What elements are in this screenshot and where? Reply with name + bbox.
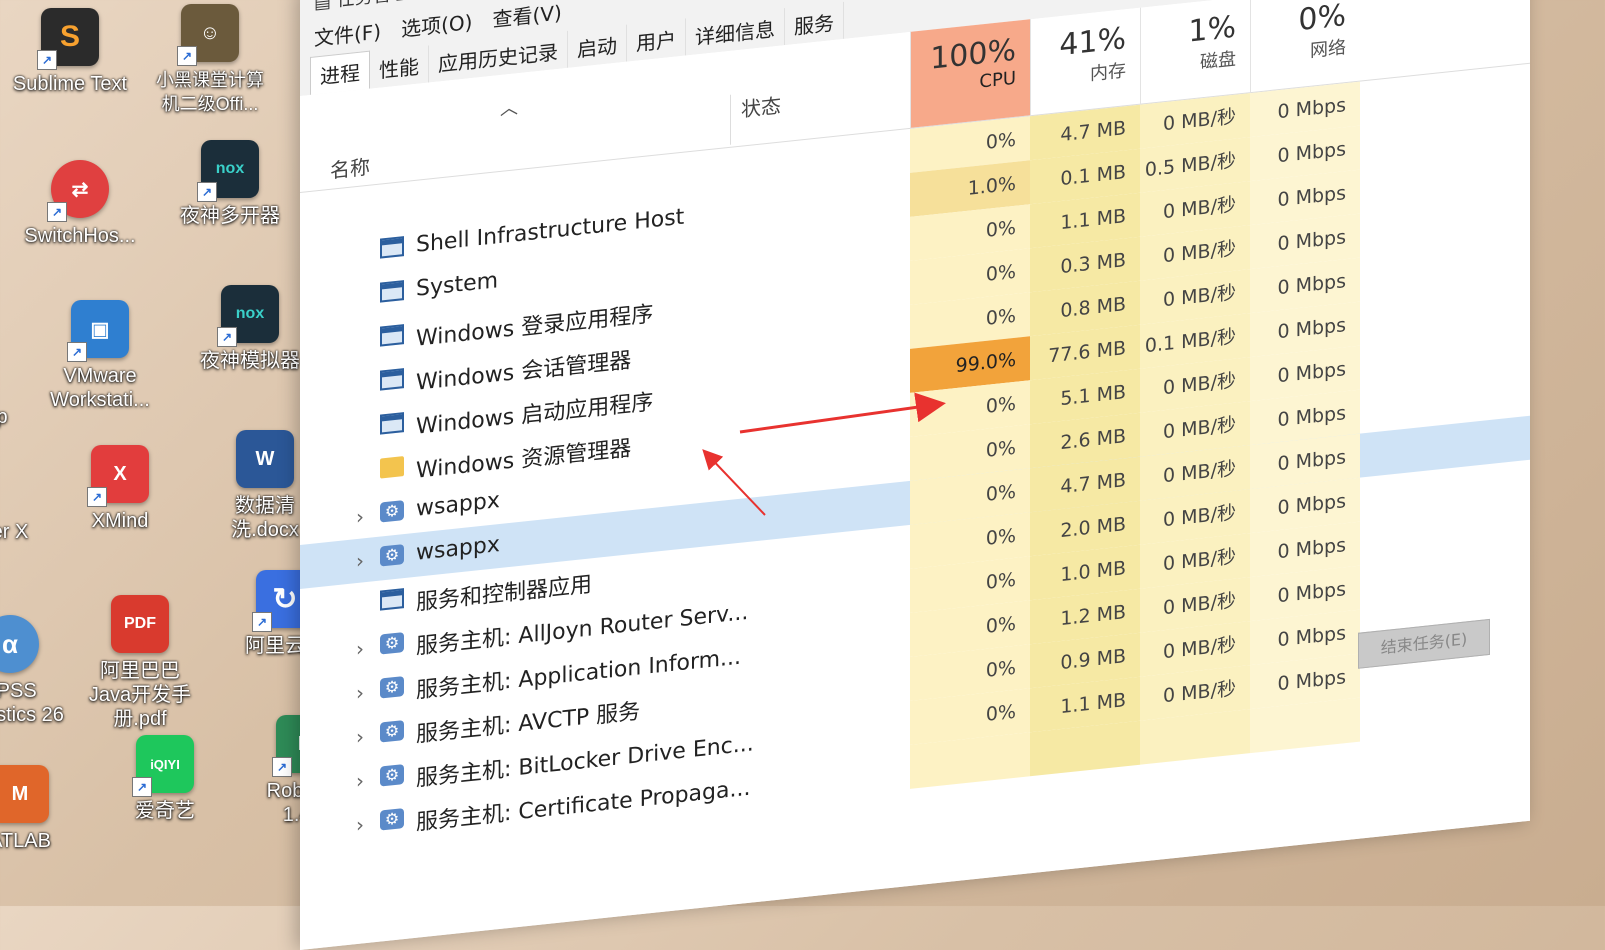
- iqiyi-icon: iQIYI ↗: [132, 735, 194, 797]
- process-name: wsappx: [416, 531, 500, 566]
- pdf-icon: PDF: [111, 595, 169, 653]
- menu-file[interactable]: 文件(F): [314, 15, 381, 51]
- desktop-icon-partial-p[interactable]: p: [0, 405, 62, 429]
- sort-ascending-icon[interactable]: ︿: [500, 93, 518, 121]
- process-list: 0% 4.7 MB 0 MB/秒 0 Mbps Shell Infrastructure…: [300, 64, 1530, 853]
- task-manager-icon: ▤: [314, 0, 337, 14]
- chevron-right-icon[interactable]: ›: [356, 724, 364, 749]
- gear-icon: ⚙: [380, 632, 404, 655]
- desktop-icon-xmind[interactable]: X ↗ XMind: [60, 445, 180, 533]
- desktop: S ↗ Sublime Text ☺ ↗ 小黑课堂计算机二级Offi... ⇄ ↗ S…: [0, 0, 343, 906]
- window-app-icon: [380, 412, 404, 435]
- header-disk[interactable]: 1% 磁盘: [1140, 0, 1250, 104]
- header-status[interactable]: 状态: [730, 89, 781, 145]
- gear-icon: ⚙: [380, 720, 404, 743]
- matlab-icon: M: [0, 765, 49, 823]
- chevron-right-icon[interactable]: ›: [356, 504, 364, 529]
- process-name: wsappx: [416, 487, 500, 522]
- gear-icon: ⚙: [380, 764, 404, 787]
- desktop-icon-spss[interactable]: α SPSS Statistics 26: [0, 615, 70, 727]
- gear-icon: ⚙: [380, 544, 404, 567]
- gear-icon: ⚙: [380, 676, 404, 699]
- desktop-icon-sublime[interactable]: S ↗ Sublime Text: [10, 8, 130, 96]
- vmware-icon: ▣ ↗: [67, 300, 129, 362]
- switchhosts-icon: ⇄ ↗: [47, 160, 109, 222]
- desktop-icon-nox-multi[interactable]: nox ↗ 夜神多开器: [170, 140, 290, 228]
- gear-icon: ⚙: [380, 500, 404, 523]
- word-document-icon: W: [236, 430, 294, 488]
- desktop-icon-xiaohei[interactable]: ☺ ↗ 小黑课堂计算机二级Offi...: [150, 4, 270, 116]
- window-app-icon: [380, 280, 404, 303]
- menu-view[interactable]: 查看(V): [492, 0, 561, 32]
- folder-icon: [380, 456, 404, 479]
- header-memory[interactable]: 41% 内存: [1030, 7, 1140, 116]
- desktop-icon-nox[interactable]: nox ↗ 夜神模拟器: [190, 285, 310, 373]
- chevron-right-icon[interactable]: ›: [356, 768, 364, 793]
- chevron-right-icon[interactable]: ›: [356, 812, 364, 837]
- desktop-icon-switchhosts[interactable]: ⇄ ↗ SwitchHos...: [20, 160, 140, 248]
- chevron-right-icon[interactable]: ›: [356, 680, 364, 705]
- desktop-icon-partial-x[interactable]: er X: [0, 520, 70, 544]
- header-network[interactable]: 0% 网络: [1250, 0, 1360, 93]
- xiaohei-icon: ☺ ↗: [177, 4, 239, 66]
- spss-icon: α: [0, 615, 39, 673]
- chevron-right-icon[interactable]: ›: [356, 636, 364, 661]
- xmind-icon: X ↗: [87, 445, 149, 507]
- nox-multi-icon: nox ↗: [197, 140, 259, 202]
- tab-processes[interactable]: 进程: [310, 50, 370, 95]
- tab-users[interactable]: 用户: [627, 18, 686, 62]
- chevron-right-icon[interactable]: ›: [356, 548, 364, 573]
- desktop-icon-iqiyi[interactable]: iQIYI ↗ 爱奇艺: [105, 735, 225, 823]
- task-manager-window: ▤ 任务管理器 文件(F) 选项(O) 查看(V) 进程 性能 应用历史记录 启…: [300, 0, 1530, 950]
- window-app-icon: [380, 368, 404, 391]
- header-cpu[interactable]: 100% CPU: [910, 19, 1030, 128]
- nox-icon: nox ↗: [217, 285, 279, 347]
- process-name: System: [416, 268, 499, 302]
- sublime-text-icon: S ↗: [37, 8, 99, 70]
- window-app-icon: [380, 588, 404, 611]
- tab-startup[interactable]: 启动: [568, 24, 627, 68]
- gear-icon: ⚙: [380, 808, 404, 831]
- desktop-icon-matlab[interactable]: M ATLAB: [0, 765, 80, 853]
- header-name[interactable]: 名称: [330, 151, 370, 184]
- desktop-icon-vmware[interactable]: ▣ ↗ VMware Workstati...: [40, 300, 160, 412]
- window-app-icon: [380, 236, 404, 259]
- tab-services[interactable]: 服务: [785, 1, 844, 46]
- menu-options[interactable]: 选项(O): [401, 5, 472, 42]
- window-app-icon: [380, 324, 404, 347]
- tab-performance[interactable]: 性能: [370, 45, 429, 89]
- process-grid: ︿ 名称 状态 100% CPU 41% 内存 1% 磁盘 0% 网络 0% 4.…: [300, 0, 1530, 950]
- desktop-icon-pdf[interactable]: PDF 阿里巴巴Java开发手册.pdf: [80, 595, 200, 731]
